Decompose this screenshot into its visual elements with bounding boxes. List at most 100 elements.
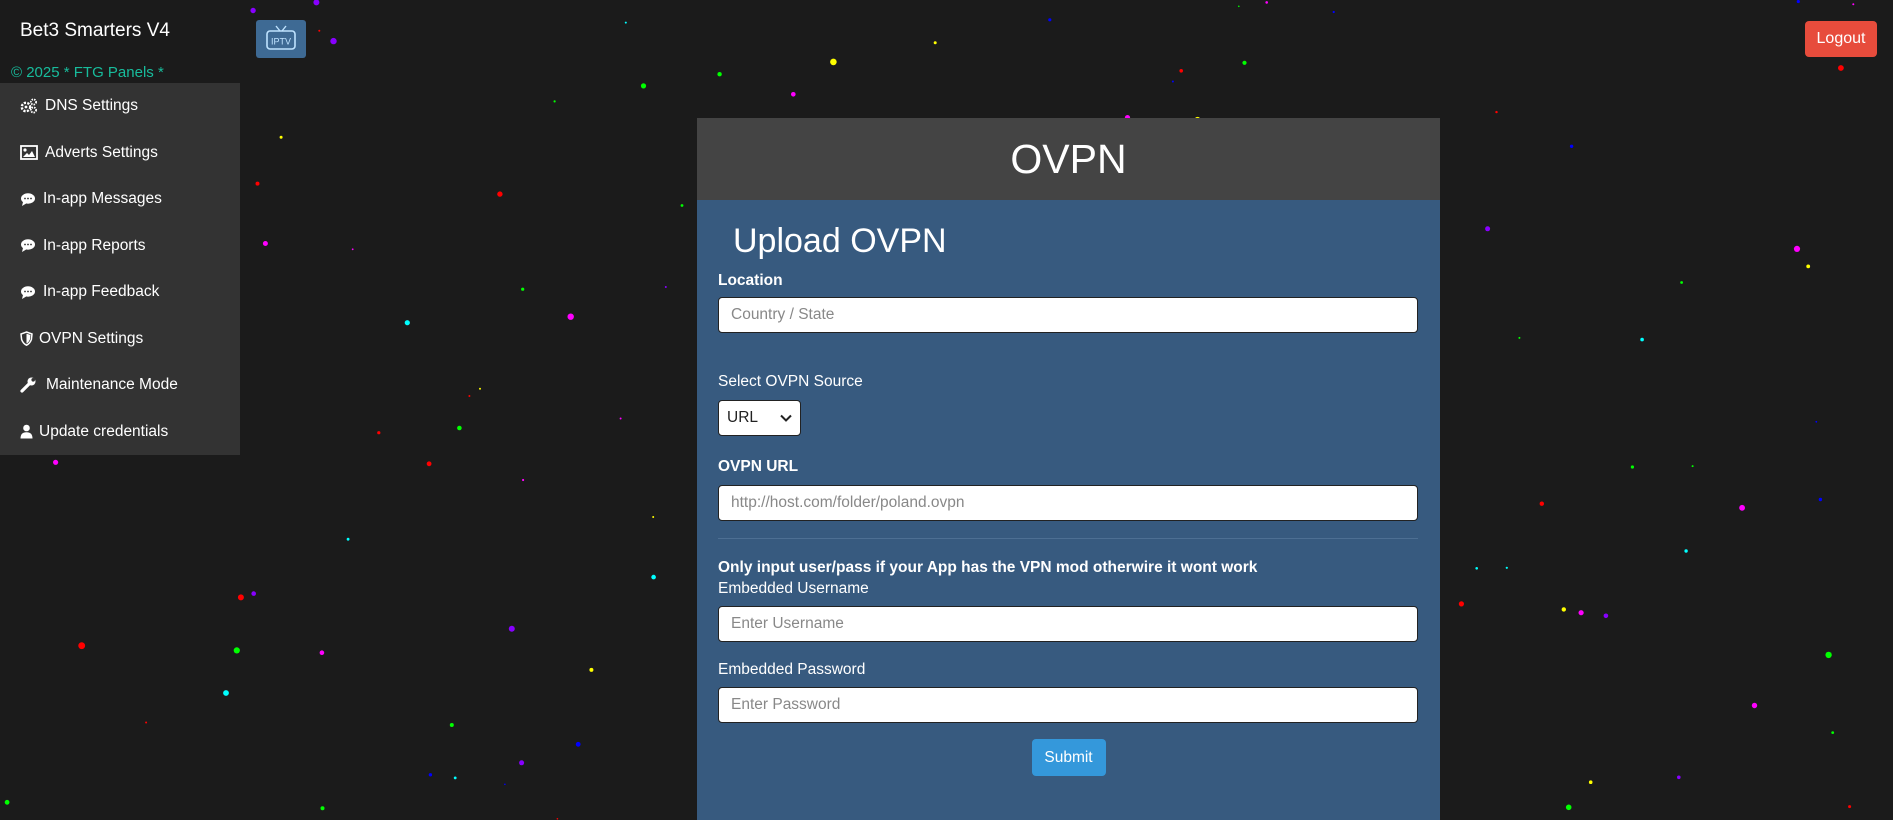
sidebar-item-adverts-settings[interactable]: Adverts Settings [0,130,240,177]
sidebar-item-in-app-feedback[interactable]: In-app Feedback [0,269,240,316]
star-dot [553,100,556,103]
comment-icon [21,286,35,299]
star-dot [1171,80,1174,83]
app-title: Bet3 Smarters V4 [20,20,170,41]
star-dot [53,459,59,465]
wrench-icon [20,377,36,393]
star-dot [651,574,656,580]
star-dot [1485,226,1491,232]
star-dot [1793,245,1801,252]
star-dot [251,591,256,596]
ovpn-panel: OVPN Upload OVPN Location Select OVPN So… [697,118,1440,820]
vpn-mod-note: Only input user/pass if your App has the… [718,559,1258,576]
star-dot [346,537,350,541]
ovpn-source-label: Select OVPN Source [718,373,863,390]
sidebar-item-update-credentials[interactable]: Update credentials [0,409,240,456]
ovpn-source-selected: URL [727,409,759,426]
comment-icon [21,193,35,206]
star-dot [1680,281,1683,284]
star-dot [1640,337,1644,342]
star-dot [318,29,321,32]
star-dot [791,92,796,97]
star-dot [1603,613,1609,619]
star-dot [479,387,481,390]
star-dot [255,181,260,186]
username-label: Embedded Username [718,580,869,597]
copyright-text: © 2025 * FTG Panels * [11,64,164,81]
star-dot [1739,504,1745,511]
star-dot [1818,497,1823,502]
star-dot [1751,702,1758,709]
star-dot [1578,610,1584,616]
sidebar-item-label: Maintenance Mode [46,376,178,394]
star-dot [145,721,148,724]
star-dot [522,478,525,482]
user-icon [20,424,33,439]
star-dot [468,395,471,397]
ovpn-source-select[interactable]: URL [718,400,801,436]
password-input[interactable] [718,687,1418,723]
star-dot [640,83,647,89]
star-dot [223,690,229,696]
star-dot [351,248,354,251]
submit-button[interactable]: Submit [1031,739,1106,776]
location-label: Location [718,272,783,289]
iptv-logo-button[interactable]: IPTV [256,20,306,58]
sidebar: DNS Settings Adverts Settings In-app Mes… [0,83,240,455]
star-dot [1831,731,1835,734]
star-dot [497,191,503,197]
star-dot [237,594,244,601]
ovpn-url-input[interactable] [718,485,1418,521]
star-dot [1495,110,1498,114]
panel-title: OVPN [1010,135,1127,182]
chevron-down-icon [780,414,792,422]
star-dot [1265,1,1268,4]
star-dot [1569,144,1574,148]
sidebar-item-in-app-reports[interactable]: In-app Reports [0,223,240,270]
star-dot [1852,3,1855,6]
star-dot [680,204,684,207]
star-dot [457,425,462,431]
star-dot [1565,804,1572,811]
divider [718,538,1418,539]
sidebar-item-in-app-messages[interactable]: In-app Messages [0,176,240,223]
star-dot [330,37,337,45]
location-input[interactable] [718,297,1418,333]
star-dot [1815,420,1818,423]
star-dot [1838,65,1844,71]
sidebar-item-dns-settings[interactable]: DNS Settings [0,83,240,130]
star-dot [1561,607,1567,612]
star-dot [1179,69,1183,73]
star-dot [1518,336,1521,339]
star-dot [1588,780,1593,784]
star-dot [664,286,667,288]
star-dot [319,650,325,655]
star-dot [575,741,581,747]
star-dot [830,58,837,66]
sidebar-item-label: In-app Feedback [43,283,160,301]
star-dot [1848,805,1852,809]
logout-button[interactable]: Logout [1805,21,1877,57]
star-dot [377,431,381,435]
username-input[interactable] [718,606,1418,642]
ovpn-url-label: OVPN URL [718,458,799,475]
form-title: Upload OVPN [733,222,947,260]
sidebar-item-label: In-app Reports [43,236,146,254]
star-dot [624,21,627,24]
password-label: Embedded Password [718,661,866,678]
sidebar-item-label: OVPN Settings [39,329,144,347]
shield-icon [20,331,33,347]
star-dot [717,72,722,77]
image-icon [20,145,38,161]
sidebar-item-label: Update credentials [39,422,169,440]
sidebar-item-ovpn-settings[interactable]: OVPN Settings [0,316,240,363]
logo-text: IPTV [271,37,291,47]
star-dot [567,313,574,320]
star-dot [250,7,256,14]
star-dot [1677,775,1681,780]
upload-ovpn-form: Upload OVPN Location Select OVPN Source … [697,219,1440,776]
star-dot [320,806,325,811]
sidebar-item-maintenance-mode[interactable]: Maintenance Mode [0,362,240,409]
sidebar-item-label: DNS Settings [45,97,139,115]
star-dot [1458,601,1464,607]
